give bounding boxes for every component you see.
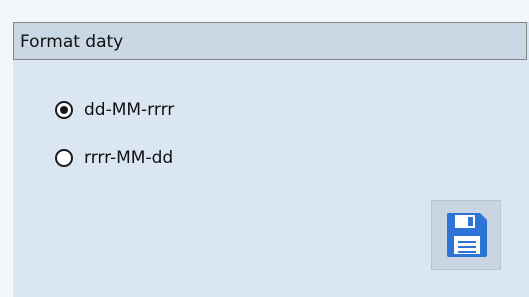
radio-button-unchecked[interactable] [55,149,73,167]
group-header: Format daty [13,22,527,60]
radio-label: rrrr-MM-dd [84,148,174,168]
radio-label: dd-MM-rrrr [84,100,175,120]
radio-dd-mm-yyyy[interactable]: dd-MM-rrrr [55,98,174,122]
floppy-disk-icon [447,213,487,257]
radio-button-checked[interactable] [55,101,73,119]
radio-yyyy-mm-dd[interactable]: rrrr-MM-dd [55,146,173,170]
date-format-group: Format daty dd-MM-rrrr rrrr-MM-dd [13,22,529,297]
save-button[interactable] [431,200,501,270]
settings-panel: Format daty dd-MM-rrrr rrrr-MM-dd [0,0,529,297]
group-title: Format daty [20,32,124,52]
